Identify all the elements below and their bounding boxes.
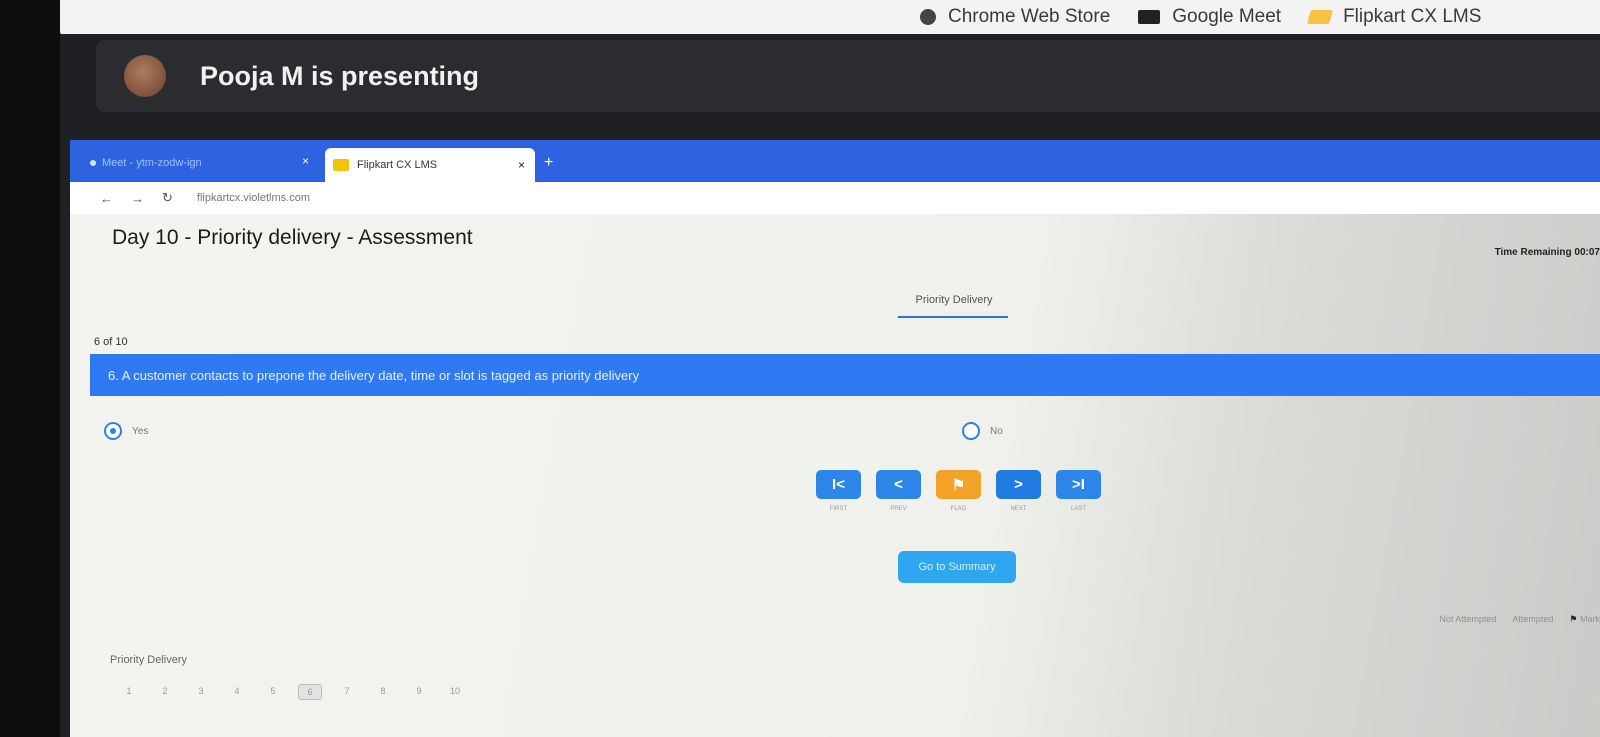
close-icon[interactable]: × xyxy=(302,154,309,168)
flag-button[interactable]: ⚑ xyxy=(936,470,981,499)
go-to-summary-button[interactable]: Go to Summary xyxy=(898,551,1016,583)
option-yes[interactable]: Yes xyxy=(104,422,148,440)
bookmark-label: Google Meet xyxy=(1172,6,1282,27)
tab-label: Meet - ytm-zodw-ign xyxy=(102,157,202,169)
nav-label: LAST xyxy=(1070,506,1086,512)
question-number-list: 1 2 3 4 5 6 7 8 9 10 xyxy=(118,684,466,700)
question-number-10[interactable]: 10 xyxy=(444,684,466,698)
flipkart-favicon-icon xyxy=(333,159,349,171)
question-counter: 6 of 10 xyxy=(94,336,128,348)
flag-icon: ⚑ xyxy=(1569,614,1580,624)
nav-label: FLAG xyxy=(950,506,967,512)
page-title: Day 10 - Priority delivery - Assessment xyxy=(112,226,473,249)
question-number-4[interactable]: 4 xyxy=(226,684,248,698)
question-number-2[interactable]: 2 xyxy=(154,684,176,698)
presenter-text: Pooja M is presenting xyxy=(200,60,480,91)
store-icon xyxy=(920,9,936,25)
tab-priority-delivery[interactable]: Priority Delivery xyxy=(900,294,1008,306)
question-number-9[interactable]: 9 xyxy=(408,684,430,698)
bookmarks-bar: Chrome Web Store Google Meet Flipkart CX… xyxy=(60,0,1600,34)
question-nav: I< < ⚑ > >I xyxy=(816,470,1101,499)
radio-selected-icon[interactable] xyxy=(104,422,122,440)
bookmark-flipkart-cx-lms[interactable]: Flipkart CX LMS xyxy=(1307,6,1482,28)
question-number-1[interactable]: 1 xyxy=(118,684,140,698)
forward-arrow-icon[interactable]: → xyxy=(131,191,144,206)
question-number-5[interactable]: 5 xyxy=(262,684,284,698)
timer-text: Time Remaining 00:07 xyxy=(1494,247,1600,258)
address-bar: ← → ↻ flipkartcx.violetlms.com xyxy=(70,182,1600,214)
tab-label: Flipkart CX LMS xyxy=(357,159,438,171)
next-button[interactable]: > xyxy=(996,470,1041,499)
radio-unselected-icon[interactable] xyxy=(962,422,980,440)
option-no[interactable]: No xyxy=(962,422,1003,440)
option-label: Yes xyxy=(132,425,149,437)
shared-screen: Meet - ytm-zodw-ign × Flipkart CX LMS × … xyxy=(70,140,1600,737)
reload-icon[interactable]: ↻ xyxy=(162,190,173,206)
meet-tab-icon xyxy=(90,160,96,166)
bookmark-chrome-web-store[interactable]: Chrome Web Store xyxy=(920,6,1110,28)
question-number-6[interactable]: 6 xyxy=(298,684,322,700)
prev-button[interactable]: < xyxy=(876,470,921,499)
last-button[interactable]: >I xyxy=(1056,470,1101,499)
first-button[interactable]: I< xyxy=(816,470,861,499)
legend-marked-label: Mark xyxy=(1580,614,1600,624)
nav-label: NEXT xyxy=(1010,506,1027,512)
back-arrow-icon[interactable]: ← xyxy=(100,191,113,206)
url-field[interactable]: flipkartcx.violetlms.com xyxy=(197,192,310,204)
close-icon[interactable]: × xyxy=(518,158,525,172)
question-number-3[interactable]: 3 xyxy=(190,684,212,698)
legend-attempted: Attempted xyxy=(1512,614,1554,624)
option-label: No xyxy=(990,425,1003,437)
presenting-banner: Pooja M is presenting xyxy=(96,40,1600,112)
bookmark-label: Chrome Web Store xyxy=(948,6,1111,27)
bookmark-google-meet[interactable]: Google Meet xyxy=(1138,6,1281,28)
browser-tabstrip: Meet - ytm-zodw-ign × Flipkart CX LMS × … xyxy=(70,140,1600,182)
status-legend: Not Attempted Attempted ⚑ Mark xyxy=(1439,614,1600,625)
tab-underline xyxy=(898,316,1008,318)
section-label: Priority Delivery xyxy=(110,654,188,666)
question-number-8[interactable]: 8 xyxy=(372,684,394,698)
question-label: 6. A customer contacts to prepone the de… xyxy=(108,367,640,383)
question-text: 6. A customer contacts to prepone the de… xyxy=(90,354,1600,396)
bookmark-label: Flipkart CX LMS xyxy=(1343,6,1482,27)
avatar xyxy=(124,55,166,97)
nav-label: PREV xyxy=(890,506,907,512)
legend-not-attempted: Not Attempted xyxy=(1439,614,1497,624)
nav-label: FIRST xyxy=(829,506,848,512)
question-number-7[interactable]: 7 xyxy=(336,684,358,698)
meet-icon xyxy=(1138,10,1161,24)
nav-labels: FIRST PREV FLAG NEXT LAST xyxy=(816,506,1101,512)
flipkart-icon xyxy=(1307,10,1333,24)
tab-meet[interactable]: Meet - ytm-zodw-ign xyxy=(90,150,322,176)
assessment-page: Day 10 - Priority delivery - Assessment … xyxy=(70,214,1600,737)
tab-flipkart-lms[interactable]: Flipkart CX LMS × xyxy=(325,148,535,182)
new-tab-icon[interactable]: + xyxy=(544,154,553,172)
legend-marked: ⚑ Mark xyxy=(1569,614,1600,625)
